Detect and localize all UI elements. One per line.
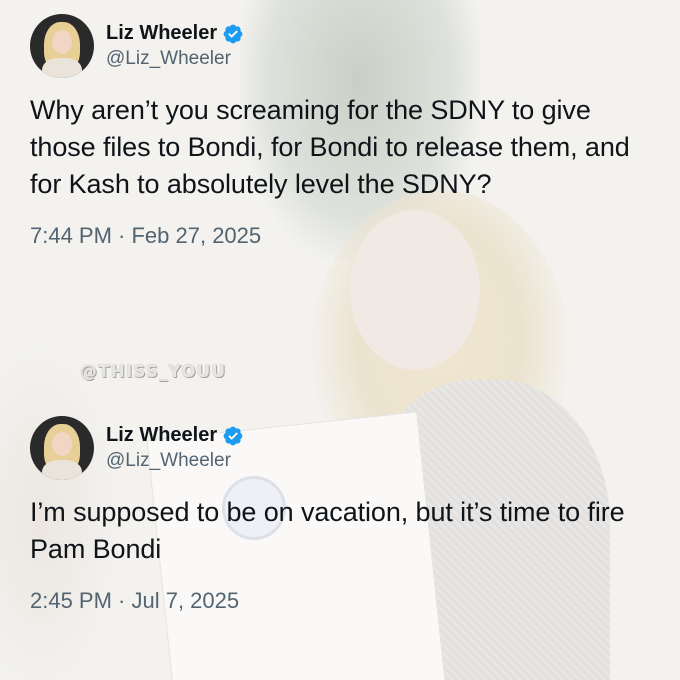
author-name[interactable]: Liz Wheeler [106,22,217,45]
tweet-card: Liz Wheeler @Liz_Wheeler I’m supposed to… [30,416,650,614]
tweet-header: Liz Wheeler @Liz_Wheeler [30,14,650,78]
verified-badge-icon [223,426,243,445]
avatar[interactable] [30,416,94,480]
author-handle[interactable]: @Liz_Wheeler [106,450,244,472]
tweet-timestamp[interactable]: 2:45 PM · Jul 7, 2025 [30,588,650,614]
verified-badge-icon [223,24,243,43]
author-info: Liz Wheeler @Liz_Wheeler [106,424,244,472]
name-row: Liz Wheeler [106,424,244,447]
tweet-card: Liz Wheeler @Liz_Wheeler Why aren’t you … [30,14,650,249]
author-name[interactable]: Liz Wheeler [106,424,217,447]
author-info: Liz Wheeler @Liz_Wheeler [106,22,244,70]
author-handle[interactable]: @Liz_Wheeler [106,48,244,70]
name-row: Liz Wheeler [106,22,244,45]
tweet-text: Why aren’t you screaming for the SDNY to… [30,95,630,199]
tweet-text: I’m supposed to be on vacation, but it’s… [30,497,625,564]
tweet-timestamp[interactable]: 7:44 PM · Feb 27, 2025 [30,223,650,249]
avatar[interactable] [30,14,94,78]
watermark: @THISS_YOUU [80,362,227,382]
tweet-header: Liz Wheeler @Liz_Wheeler [30,416,650,480]
